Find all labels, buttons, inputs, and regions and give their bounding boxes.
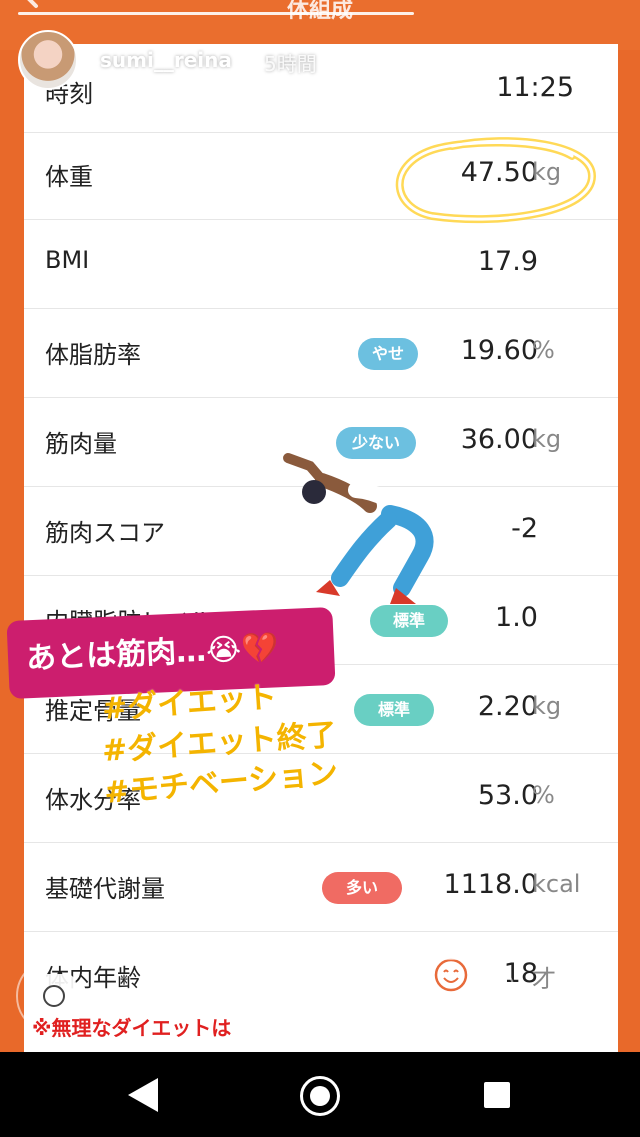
nav-home-icon[interactable] [300,1076,340,1116]
row-value: 1.0 [495,602,538,633]
app-header-bar: 体組成 [0,0,640,50]
row-value: 17.9 [477,246,538,277]
row-unit: kg [532,425,562,453]
row-unit: 才 [532,965,556,993]
row-unit: kcal [532,870,581,898]
row-unit: kg [532,692,562,720]
send-icon[interactable] [556,970,598,1012]
row-unit: % [532,781,555,809]
camera-icon [43,985,65,1007]
row-value: 2.20 [477,691,538,722]
time-ago: 5時間 [264,52,317,76]
highlight-circle-drawing [395,137,597,224]
android-nav-bar [0,1052,640,1137]
row-label: 基礎代謝量 [45,875,165,903]
row-label: BMI [45,246,90,274]
story-progress-bar [18,12,414,15]
nav-recent-icon[interactable] [484,1082,510,1108]
row-value: 11:25 [496,72,574,103]
nav-home-dot [310,1086,330,1106]
nav-back-icon[interactable] [126,1076,160,1114]
message-placeholder: メッセージを送信 [142,988,318,1013]
row-label: 筋肉スコア [45,519,165,547]
table-row-body-fat: 体脂肪率 やせ 19.60 % [24,309,618,398]
status-badge: 多い [322,872,402,904]
status-badge: やせ [358,338,418,370]
row-value: 1118.0 [443,869,538,900]
table-row-bmr: 基礎代謝量 多い 1118.0 kcal [24,843,618,932]
warning-text: ※無理なダイエットは [32,1016,232,1040]
row-value: 19.60 [460,335,538,366]
story-view: 体組成 時刻 11:25 体重 47.50 kg BMI 17.9 体脂肪率 や… [0,0,640,1052]
row-value: -2 [511,513,538,544]
row-label: 筋肉量 [45,430,117,458]
row-unit: % [532,336,555,364]
status-badge: 標準 [354,694,434,726]
runner-sticker [283,453,434,604]
avatar[interactable] [18,30,78,90]
more-vertical-icon[interactable] [468,966,480,1014]
row-label: 体重 [45,163,93,191]
row-value: 53.0 [477,780,538,811]
row-label: 体脂肪率 [45,341,141,369]
row-value: 36.00 [460,424,538,455]
table-row-bmi: BMI 17.9 [24,220,618,309]
username[interactable]: sumi__reina [100,48,232,72]
